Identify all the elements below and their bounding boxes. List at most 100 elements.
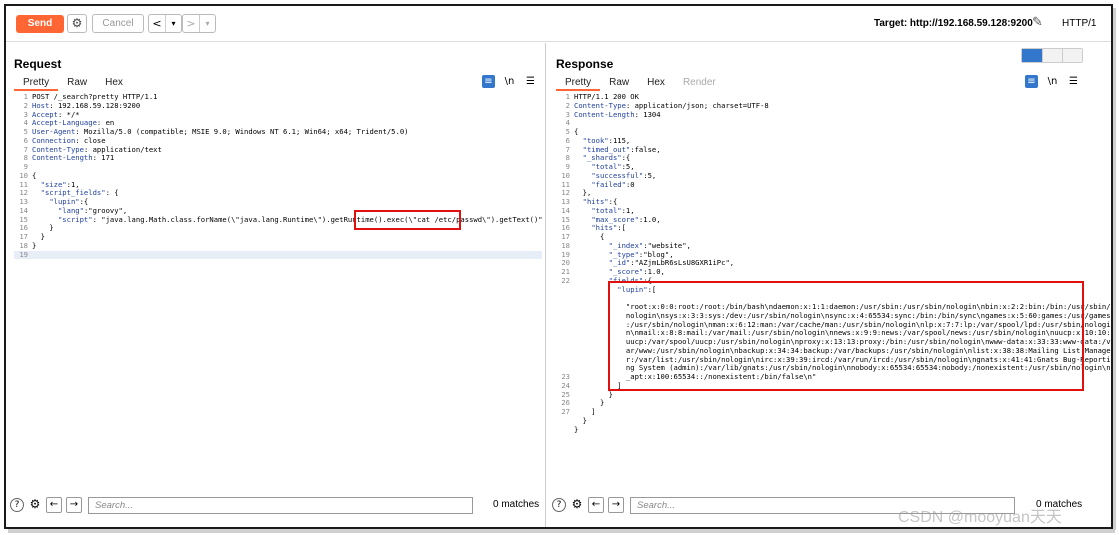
editor-line: 2 Host: 192.168.59.128:9200: [14, 100, 542, 111]
line-text: }: [32, 232, 45, 241]
editor-line: 15 "max_score":1.0,: [556, 214, 1088, 225]
back-button[interactable]: <: [149, 15, 165, 32]
toolbar: Send ⚙ Cancel < ▾ > ▾ Target: http://192…: [6, 6, 1111, 42]
output-highlight-box: [608, 281, 1084, 391]
search-settings-gear-icon[interactable]: ⚙: [28, 498, 42, 512]
newline-toggle-icon[interactable]: \n: [503, 75, 516, 88]
tab-render[interactable]: Render: [674, 76, 725, 91]
editor-line: }: [556, 415, 1088, 426]
line-text: "lang":"groovy",: [57, 205, 128, 215]
edit-target-pencil-icon[interactable]: ✎: [1032, 15, 1043, 30]
request-match-count: 0 matches: [493, 499, 540, 510]
line-text: "total":1,: [591, 205, 635, 215]
request-search-input[interactable]: Search...: [88, 496, 473, 514]
line-text: "total":5,: [591, 162, 635, 171]
line-text: {: [32, 170, 37, 180]
line-text: "script_fields": {: [40, 188, 119, 198]
line-text: POST /_search?pretty HTTP/1.1: [32, 92, 158, 101]
line-text: "took":115,: [582, 135, 631, 145]
search-next-arrow-icon[interactable]: →: [608, 497, 624, 513]
editor-line: 26 }: [556, 398, 1088, 408]
editor-line: 17 }: [14, 232, 542, 242]
line-text: Content-Type: application/json; charset=…: [574, 100, 769, 110]
line-text: }: [574, 415, 587, 425]
line-text: }: [32, 223, 54, 233]
message-actions-icon[interactable]: ≡: [1025, 75, 1038, 88]
line-text: "successful":5,: [591, 170, 657, 180]
forward-button[interactable]: >: [183, 15, 199, 32]
editor-line: 27 ]: [556, 407, 1088, 417]
layout-side-by-side-icon[interactable]: [1022, 49, 1042, 62]
request-editor[interactable]: 1 POST /_search?pretty HTTP/1.1 2 Host: 192…: [14, 92, 543, 260]
tab-hex[interactable]: Hex: [638, 76, 674, 91]
newline-toggle-icon[interactable]: \n: [1046, 75, 1059, 88]
editor-line: 18}: [14, 241, 542, 251]
editor-line: 12 "script_fields": {: [14, 188, 542, 198]
line-text: },: [574, 188, 592, 198]
payload-highlight-box: [354, 210, 461, 230]
line-text: Connection: close: [32, 135, 106, 145]
line-number: 19: [19, 249, 28, 259]
line-text: {: [574, 127, 579, 136]
watermark-text: CSDN @mooyuan天天: [898, 509, 1062, 526]
editor-line: 19: [14, 249, 542, 260]
editor-line: }: [556, 424, 1088, 435]
search-next-arrow-icon[interactable]: →: [66, 497, 82, 513]
help-icon[interactable]: ?: [10, 498, 24, 512]
burp-repeater-window: Send ⚙ Cancel < ▾ > ▾ Target: http://192…: [4, 4, 1113, 529]
line-text: "size":1,: [40, 179, 80, 189]
response-panel: Response Pretty Raw Hex Render ≡ \n ☰ 1H…: [548, 43, 1111, 527]
line-text: "hits":[: [591, 223, 626, 233]
editor-line: 3 Content-Length: 1304: [556, 110, 1088, 120]
line-text: }: [574, 398, 605, 408]
response-tabs: Pretty Raw Hex Render: [556, 76, 725, 91]
tab-pretty[interactable]: Pretty: [556, 76, 601, 91]
search-settings-gear-icon[interactable]: ⚙: [570, 498, 584, 512]
menu-icon[interactable]: ☰: [524, 75, 537, 88]
cancel-button[interactable]: Cancel: [92, 14, 144, 33]
line-text: Content-Type: application/text: [32, 144, 162, 154]
request-title: Request: [14, 57, 62, 71]
forward-dropdown-icon[interactable]: ▾: [199, 15, 215, 32]
request-tools: ≡ \n ☰: [482, 75, 537, 88]
line-text: "max_score":1.0,: [591, 214, 661, 224]
http-version-label[interactable]: HTTP/1: [1062, 18, 1096, 29]
search-previous-arrow-icon[interactable]: ←: [588, 497, 604, 513]
line-text: "_index":"website",: [608, 240, 691, 250]
editor-line: 8 "_shards":{: [556, 153, 1088, 163]
response-title: Response: [556, 57, 614, 71]
target-label: Target: http://192.168.59.128:9200: [874, 18, 1033, 29]
line-text: "script": "java.lang.Math.class.forName(…: [57, 214, 543, 224]
back-dropdown-icon[interactable]: ▾: [165, 15, 181, 32]
line-number: 22: [561, 275, 570, 285]
editor-line: 7 "timed_out":false,: [556, 145, 1088, 155]
editor-line: 4: [556, 118, 1088, 128]
line-text: Host: 192.168.59.128:9200: [32, 100, 141, 110]
forward-nav[interactable]: > ▾: [182, 14, 216, 33]
message-actions-icon[interactable]: ≡: [482, 75, 495, 88]
line-text: User-Agent: Mozilla/5.0 (compatible; MSI…: [32, 127, 409, 136]
help-icon[interactable]: ?: [552, 498, 566, 512]
line-text: "_shards":{: [582, 153, 631, 163]
tab-raw[interactable]: Raw: [600, 76, 638, 91]
line-text: HTTP/1.1 200 OK: [574, 92, 639, 101]
layout-top-bottom-icon[interactable]: [1042, 49, 1062, 62]
layout-tabs-icon[interactable]: [1062, 49, 1082, 62]
tab-hex[interactable]: Hex: [96, 76, 132, 91]
tab-pretty[interactable]: Pretty: [14, 76, 59, 91]
line-text: "lupin":{: [49, 197, 89, 206]
editor-line: 9: [14, 162, 542, 172]
layout-toggle[interactable]: [1021, 48, 1083, 63]
line-text: }: [574, 424, 579, 434]
tab-raw[interactable]: Raw: [58, 76, 96, 91]
back-nav[interactable]: < ▾: [148, 14, 182, 33]
editor-line: 8 Content-Length: 171: [14, 153, 542, 163]
line-text: {: [574, 232, 605, 241]
editor-line: 16 }: [14, 223, 542, 233]
line-text: "_type":"blog",: [608, 249, 674, 259]
send-button[interactable]: Send: [16, 15, 64, 33]
editor-line: 11 "failed":0: [556, 180, 1088, 190]
menu-icon[interactable]: ☰: [1067, 75, 1080, 88]
settings-gear-icon[interactable]: ⚙: [67, 14, 87, 33]
search-previous-arrow-icon[interactable]: ←: [46, 497, 62, 513]
